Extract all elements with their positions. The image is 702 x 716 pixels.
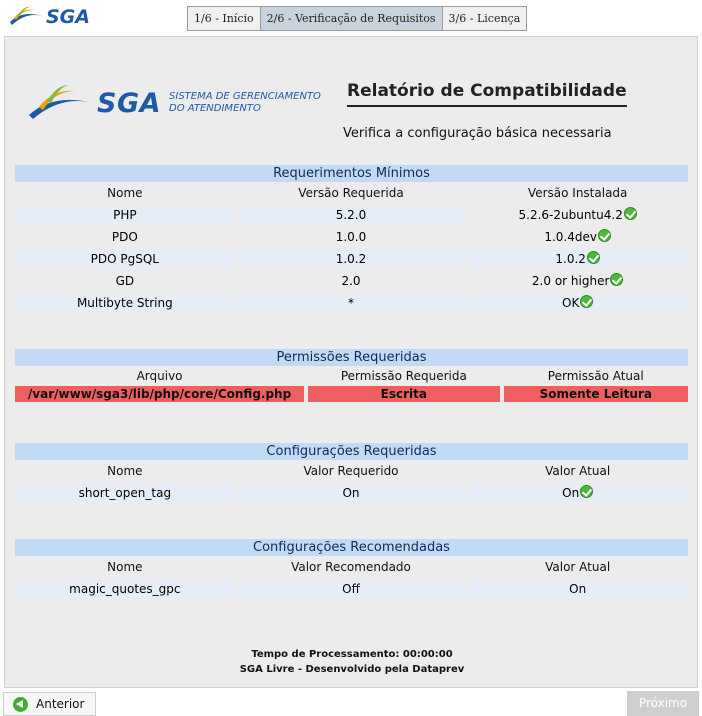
recommended-settings-section: Configurações Recomendadas Nome Valor Re… xyxy=(15,539,688,600)
sga-logo-swoosh-icon xyxy=(10,6,42,25)
table-row: Multibyte String * OK xyxy=(15,292,688,314)
current-permission: Somente Leitura xyxy=(503,386,688,402)
installed-version: 1.0.2 xyxy=(555,252,586,266)
check-icon xyxy=(623,207,637,220)
sga-logo-large: SGA SISTEMA DE GERENCIAMENTO DO ATENDIME… xyxy=(27,83,321,123)
column-header: Nome xyxy=(107,186,143,200)
back-arrow-icon xyxy=(13,696,28,712)
logo-subtitle-line-1: SISTEMA DE GERENCIAMENTO xyxy=(169,91,321,102)
required-version: 1.0.2 xyxy=(238,250,464,268)
installed-version-cell: 2.0 or higher xyxy=(467,272,688,290)
section-header: Permissões Requeridas xyxy=(15,349,688,366)
previous-button-label: Anterior xyxy=(36,697,85,711)
processing-time: Tempo de Processamento: 00:00:00 xyxy=(251,649,453,660)
required-value: On xyxy=(238,484,464,502)
column-header: Valor Atual xyxy=(545,560,611,574)
installed-version: 5.2.6-2ubuntu4.2 xyxy=(518,208,623,222)
table-row: /var/www/sga3/lib/php/core/Config.php Es… xyxy=(15,385,688,403)
requirement-name: PDO xyxy=(111,230,138,244)
tab-inicio[interactable]: 1/6 - Início xyxy=(187,6,261,31)
check-icon xyxy=(610,273,624,286)
required-version: 1.0.0 xyxy=(335,230,367,244)
column-header: Versão Requerida xyxy=(298,186,404,200)
credits: SGA Livre - Desenvolvido pela Dataprev xyxy=(239,664,465,675)
table-row: magic_quotes_gpc Off On xyxy=(15,578,688,600)
sga-logo-small: SGA xyxy=(8,6,90,28)
installed-version-cell: 5.2.6-2ubuntu4.2 xyxy=(467,206,688,224)
requirement-name: PDO PgSQL xyxy=(15,250,235,268)
column-header: Valor Recomendado xyxy=(291,560,411,574)
table-row: PDO PgSQL 1.0.2 1.0.2 xyxy=(15,248,688,270)
installed-version: OK xyxy=(562,296,580,310)
setting-name: short_open_tag xyxy=(15,484,235,502)
installed-version-cell: 1.0.4dev xyxy=(467,228,688,246)
installed-version: 2.0 or higher xyxy=(531,274,610,288)
permissions-section: Permissões Requeridas Arquivo Permissão … xyxy=(15,349,688,403)
column-header: Permissão Atual xyxy=(547,368,644,383)
requirement-name: Multibyte String xyxy=(15,294,235,312)
column-header: Nome xyxy=(107,464,143,478)
report-subtitle: Verifica a configuração básica necessari… xyxy=(343,126,612,141)
installed-version: 1.0.4dev xyxy=(544,230,597,244)
current-value: On xyxy=(467,580,688,598)
table-header-row: Nome Valor Requerido Valor Atual xyxy=(15,460,688,482)
column-header: Versão Instalada xyxy=(527,186,628,200)
check-icon xyxy=(580,295,594,308)
logo-large-text: SGA xyxy=(97,87,162,119)
setting-name: magic_quotes_gpc xyxy=(15,580,235,598)
current-value: On xyxy=(562,486,580,500)
required-permission: Escrita xyxy=(308,386,500,402)
section-header: Configurações Recomendadas xyxy=(15,539,688,556)
section-header: Requerimentos Mínimos xyxy=(15,165,688,182)
column-header: Valor Requerido xyxy=(303,464,399,478)
logo-text: SGA xyxy=(46,6,90,28)
sga-logo-swoosh-large-icon xyxy=(29,85,93,119)
column-header: Valor Atual xyxy=(545,464,611,478)
table-row: GD 2.0 2.0 or higher xyxy=(15,270,688,292)
requirement-name: GD xyxy=(115,274,135,288)
tab-licenca[interactable]: 3/6 - Licença xyxy=(441,6,528,31)
table-row: short_open_tag On On xyxy=(15,482,688,504)
table-header-row: Nome Valor Recomendado Valor Atual xyxy=(15,556,688,578)
requirement-name: PHP xyxy=(15,206,235,224)
check-icon xyxy=(597,229,611,242)
table-row: PDO 1.0.0 1.0.4dev xyxy=(15,226,688,248)
next-button[interactable]: Próximo xyxy=(627,691,699,716)
installed-version-cell: 1.0.2 xyxy=(467,250,688,268)
wizard-tabs: 1/6 - Início 2/6 - Verificação de Requis… xyxy=(187,6,528,31)
column-header: Nome xyxy=(107,560,143,574)
report-title: Relatório de Compatibilidade xyxy=(347,81,627,107)
logo-subtitle: SISTEMA DE GERENCIAMENTO DO ATENDIMENTO xyxy=(169,91,321,115)
tab-verificacao-requisitos[interactable]: 2/6 - Verificação de Requisitos xyxy=(259,6,443,31)
required-version: * xyxy=(238,294,464,312)
check-icon xyxy=(586,251,600,264)
column-header: Permissão Requerida xyxy=(340,368,467,383)
table-row: PHP 5.2.0 5.2.6-2ubuntu4.2 xyxy=(15,204,688,226)
section-header: Configurações Requeridas xyxy=(15,443,688,460)
recommended-value: Off xyxy=(238,580,464,598)
table-header-row: Nome Versão Requerida Versão Instalada xyxy=(15,182,688,204)
file-path: /var/www/sga3/lib/php/core/Config.php xyxy=(15,386,305,402)
column-header: Arquivo xyxy=(136,368,183,383)
table-header-row: Arquivo Permissão Requerida Permissão At… xyxy=(15,366,688,385)
check-icon xyxy=(580,485,594,498)
requirements-section: Requerimentos Mínimos Nome Versão Requer… xyxy=(15,165,688,314)
logo-subtitle-line-2: DO ATENDIMENTO xyxy=(169,103,261,114)
required-version: 2.0 xyxy=(341,274,361,288)
current-value-cell: On xyxy=(467,484,688,502)
installed-version-cell: OK xyxy=(467,294,688,312)
required-settings-section: Configurações Requeridas Nome Valor Requ… xyxy=(15,443,688,504)
previous-button[interactable]: Anterior xyxy=(3,692,96,716)
top-bar: SGA 1/6 - Início 2/6 - Verificação de Re… xyxy=(0,0,702,36)
required-version: 5.2.0 xyxy=(238,206,464,224)
main-panel: SGA SISTEMA DE GERENCIAMENTO DO ATENDIME… xyxy=(4,36,698,688)
